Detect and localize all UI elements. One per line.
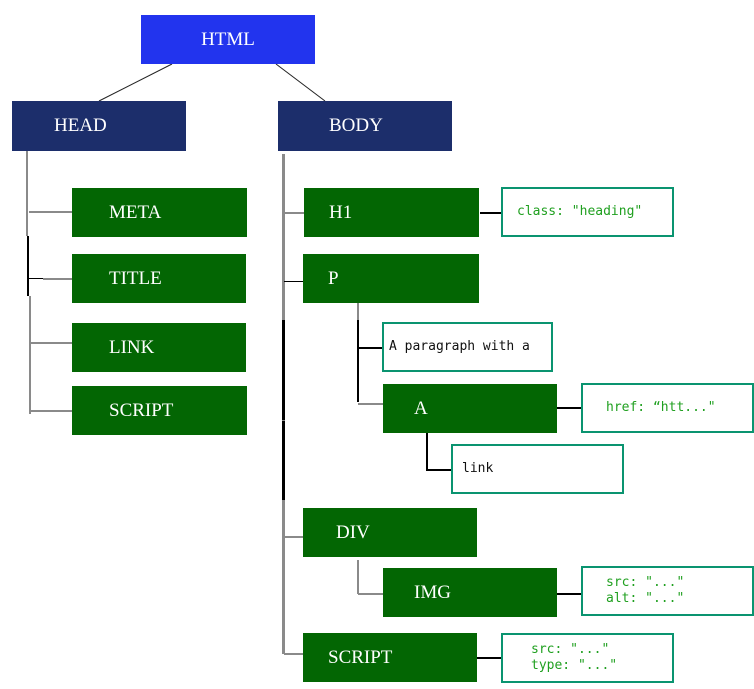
body-branch-p	[284, 281, 304, 282]
node-body-script: SCRIPT	[303, 633, 477, 682]
node-img: IMG	[383, 568, 557, 617]
img-attributes-box: src: "..." alt: "..."	[581, 566, 754, 616]
attr-text: href: “htt..."	[606, 400, 716, 415]
body-trunk-line	[282, 421, 285, 500]
head-branch-title	[43, 278, 72, 280]
head-branch-title	[29, 278, 43, 279]
head-trunk-line	[26, 151, 28, 236]
p-branch-a	[358, 403, 383, 405]
body-trunk-line	[282, 320, 285, 420]
body-trunk-line	[282, 500, 285, 654]
a-text-node: link	[451, 444, 624, 494]
div-trunk-line	[357, 560, 359, 594]
node-body: BODY	[278, 101, 452, 151]
p-trunk-line	[357, 302, 359, 320]
edge-html-body	[275, 63, 326, 102]
node-label: HEAD	[54, 115, 107, 136]
a-attr-line	[557, 407, 582, 409]
node-p: P	[303, 254, 479, 303]
head-trunk-line	[27, 236, 29, 296]
node-label: LINK	[109, 336, 155, 358]
node-div: DIV	[303, 508, 477, 557]
node-h1: H1	[304, 188, 479, 237]
node-label: H1	[329, 201, 353, 223]
attr-line: src: "..."	[531, 642, 610, 657]
attr-line: type: "..."	[531, 658, 618, 673]
a-branch-text	[426, 469, 452, 471]
head-trunk-line	[29, 296, 31, 414]
node-label: BODY	[329, 115, 383, 136]
node-meta: META	[72, 188, 247, 237]
body-branch-div	[284, 536, 304, 538]
node-label: TITLE	[109, 267, 162, 289]
node-label: A	[414, 397, 428, 419]
script-attributes-box: src: "..." type: "..."	[501, 633, 674, 683]
h1-attr-line	[480, 212, 502, 214]
body-branch-script	[284, 653, 304, 655]
node-label: SCRIPT	[328, 646, 393, 668]
body-trunk-line	[282, 154, 285, 320]
text-content: A paragraph with a	[389, 339, 530, 354]
node-a: A	[383, 384, 557, 433]
p-trunk-line	[357, 320, 359, 402]
text-content: link	[462, 461, 494, 476]
dom-tree-diagram: HTML HEAD BODY META TITLE LINK SCRIPT H1…	[0, 0, 754, 689]
h1-attributes-box: class: "heading"	[501, 187, 674, 237]
node-label: P	[328, 267, 339, 289]
node-link: LINK	[72, 323, 246, 372]
head-branch-meta	[29, 211, 72, 213]
a-trunk-line	[426, 432, 428, 470]
head-branch-script	[30, 410, 72, 412]
attr-line: alt: "..."	[606, 591, 685, 606]
node-html: HTML	[141, 15, 315, 64]
script-attr-line	[476, 657, 502, 659]
p-text-node: A paragraph with a	[382, 322, 553, 372]
body-branch-h1	[284, 212, 304, 214]
node-head-script: SCRIPT	[72, 386, 247, 435]
node-head: HEAD	[12, 101, 186, 151]
a-attributes-box: href: “htt..."	[581, 383, 754, 433]
node-title: TITLE	[72, 254, 246, 303]
attr-text: class: "heading"	[517, 204, 643, 219]
div-branch-img	[358, 593, 383, 595]
node-label: SCRIPT	[109, 399, 174, 421]
node-label: META	[109, 201, 162, 223]
attr-line: src: "..."	[606, 575, 685, 590]
node-label: DIV	[336, 521, 370, 543]
img-attr-line	[557, 593, 582, 595]
head-branch-link	[30, 342, 72, 344]
p-branch-text	[358, 347, 383, 349]
node-label: IMG	[414, 581, 451, 603]
node-label: HTML	[201, 28, 255, 50]
edge-html-head	[98, 63, 173, 102]
